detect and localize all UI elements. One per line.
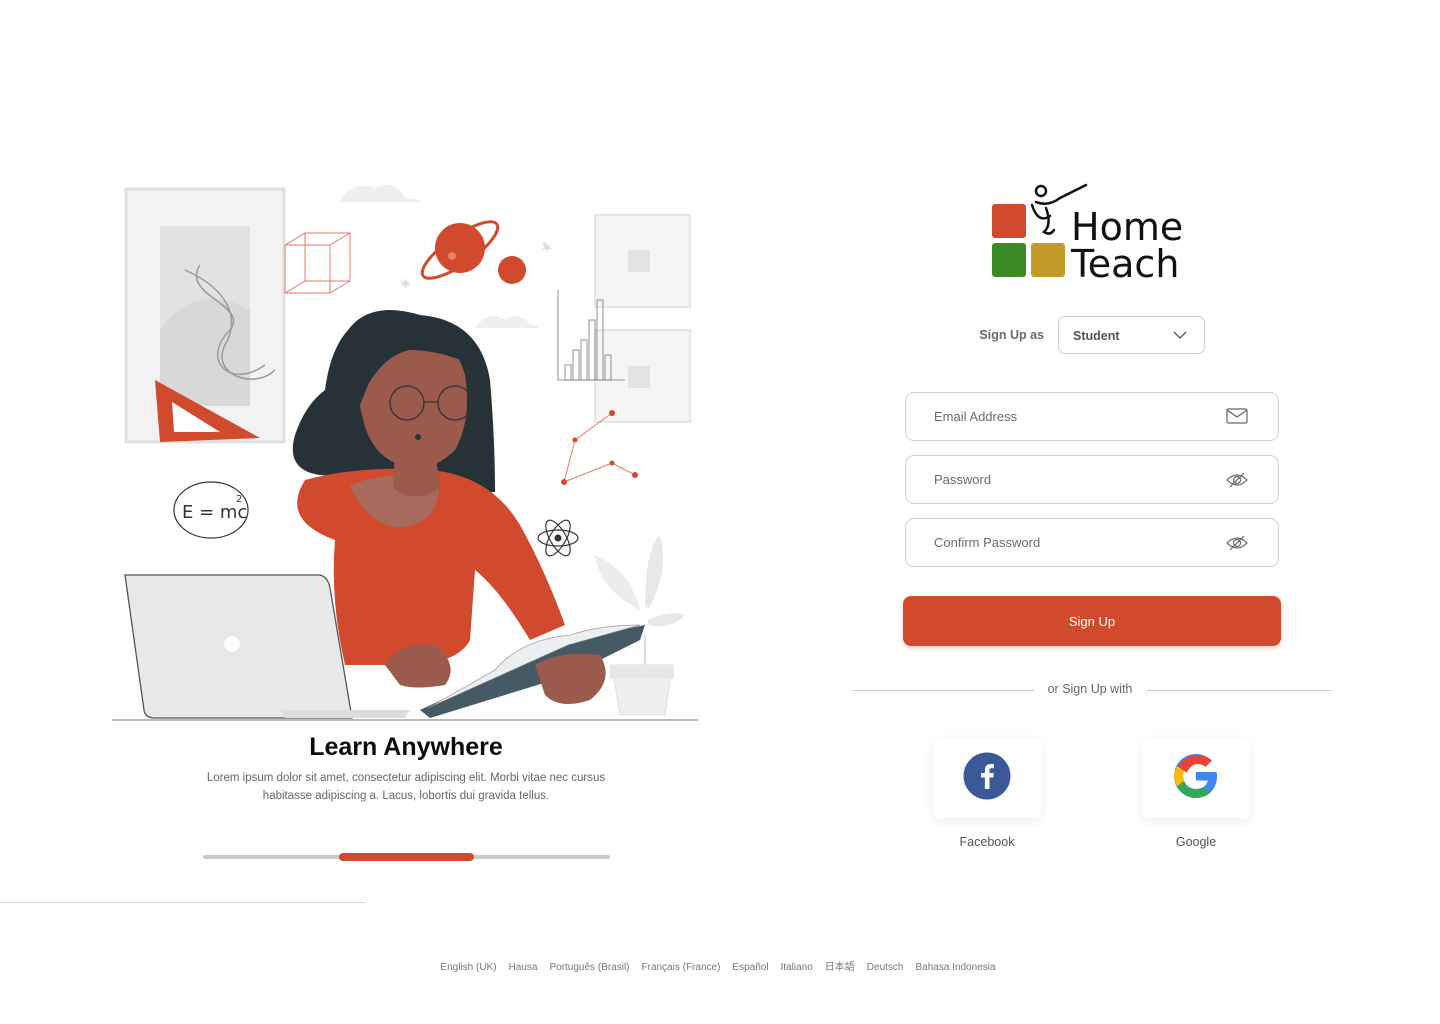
language-selector: English (UK) Hausa Português (Brasil) Franç… xyxy=(380,958,1056,973)
google-icon xyxy=(1174,754,1217,798)
divider-line xyxy=(852,690,1034,691)
confirm-password-input[interactable] xyxy=(934,519,1214,566)
facebook-icon xyxy=(963,752,1011,800)
logo-square-red xyxy=(992,204,1026,238)
language-option[interactable]: Italiano xyxy=(781,962,813,973)
hero-description: Lorem ipsum dolor sit amet, consectetur … xyxy=(206,772,606,802)
role-select-value: Student xyxy=(1073,329,1120,343)
password-field[interactable] xyxy=(905,455,1279,504)
formula-text: E = mc xyxy=(182,502,247,523)
language-option[interactable]: English (UK) xyxy=(440,962,496,973)
social-divider-text: or Sign Up with xyxy=(1047,682,1133,696)
home-teach-logo: Home Teach xyxy=(992,183,1183,286)
logo-square-green xyxy=(992,243,1026,277)
language-option[interactable]: 日本語 xyxy=(825,962,855,973)
hero-title: Learn Anywhere xyxy=(309,733,503,761)
eye-off-icon[interactable] xyxy=(1226,471,1248,489)
signup-as-label: Sign Up as xyxy=(979,328,1044,342)
language-option[interactable]: Português (Brasil) xyxy=(549,962,629,973)
divider-line xyxy=(1146,690,1332,691)
password-input[interactable] xyxy=(934,456,1214,503)
language-option[interactable]: Deutsch xyxy=(867,962,904,973)
learning-illustration: E = mc 2 xyxy=(112,184,698,721)
eye-off-icon[interactable] xyxy=(1226,534,1248,552)
role-select[interactable]: Student xyxy=(1058,316,1205,354)
google-button[interactable] xyxy=(1142,738,1250,818)
sign-up-button[interactable]: Sign Up xyxy=(903,596,1281,646)
language-option[interactable]: Français (France) xyxy=(642,962,721,973)
carousel-progress-active xyxy=(338,853,475,861)
google-label: Google xyxy=(1175,835,1217,849)
language-option[interactable]: Hausa xyxy=(509,962,538,973)
divider-line xyxy=(0,902,365,903)
email-field[interactable] xyxy=(905,392,1279,441)
mail-icon xyxy=(1226,408,1248,424)
carousel-progress[interactable] xyxy=(203,853,610,861)
language-option[interactable]: Bahasa Indonesia xyxy=(915,962,995,973)
language-option[interactable]: Español xyxy=(732,962,768,973)
email-input[interactable] xyxy=(934,393,1214,440)
facebook-label: Facebook xyxy=(959,835,1015,849)
logo-square-gold xyxy=(1031,243,1065,277)
logo-teach-text: Teach xyxy=(1070,242,1179,286)
chevron-down-icon xyxy=(1173,331,1187,339)
confirm-password-field[interactable] xyxy=(905,518,1279,567)
formula-exponent: 2 xyxy=(236,494,242,505)
facebook-button[interactable] xyxy=(933,738,1041,818)
